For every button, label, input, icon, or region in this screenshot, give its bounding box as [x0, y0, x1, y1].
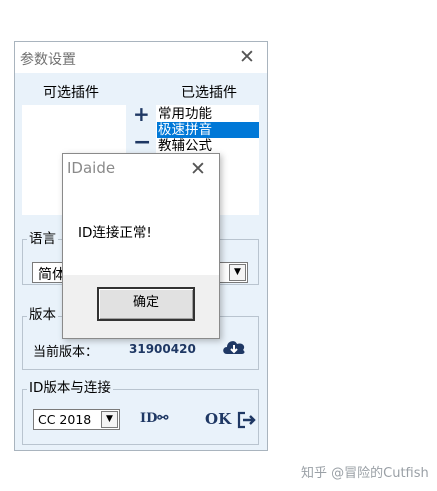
- version-group-label: 版本: [27, 307, 58, 323]
- chevron-down-icon[interactable]: ▼: [229, 264, 246, 281]
- watermark: 知乎 @冒险的Cutfish: [301, 466, 429, 481]
- id-version-select[interactable]: CC 2018 ▼: [33, 409, 120, 430]
- remove-plugin-button[interactable]: −: [133, 132, 151, 154]
- current-version-label: 当前版本：: [33, 345, 99, 360]
- chevron-down-icon[interactable]: ▼: [101, 411, 118, 428]
- available-plugins-header: 可选插件: [43, 85, 99, 101]
- selected-plugins-header: 已选插件: [181, 85, 237, 101]
- confirm-button[interactable]: 确定: [97, 287, 195, 321]
- cloud-download-icon[interactable]: [221, 338, 247, 356]
- id-version-value: CC 2018: [38, 412, 92, 427]
- message-dialog: IDaide ✕ ID连接正常! 确定: [62, 153, 220, 339]
- close-icon[interactable]: ✕: [237, 44, 257, 70]
- ok-button[interactable]: OK: [205, 410, 231, 428]
- exit-icon[interactable]: [237, 411, 257, 429]
- dialog-message: ID连接正常!: [78, 225, 152, 241]
- list-item[interactable]: 教辅公式: [158, 138, 212, 154]
- current-version-value: 31900420: [129, 342, 196, 356]
- add-plugin-button[interactable]: +: [133, 104, 150, 124]
- title-bar: 参数设置 ✕: [15, 42, 267, 73]
- id-connection-group-label: ID版本与连接: [27, 380, 113, 396]
- list-item-selected[interactable]: 极速拼音: [157, 122, 259, 138]
- language-group-label: 语言: [27, 231, 58, 247]
- close-icon[interactable]: ✕: [185, 156, 211, 182]
- connect-id-button[interactable]: ID⚯: [140, 411, 168, 426]
- window-title: 参数设置: [20, 52, 76, 68]
- list-item[interactable]: 常用功能: [158, 106, 212, 122]
- dialog-title: IDaide: [67, 159, 116, 177]
- dialog-footer: 确定: [63, 275, 219, 338]
